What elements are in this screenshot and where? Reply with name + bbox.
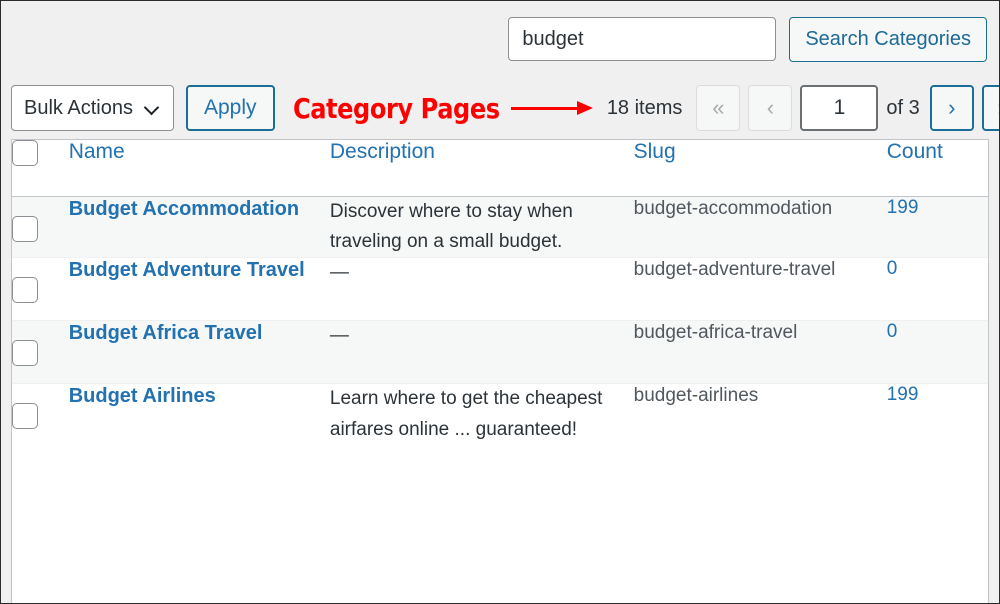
select-all-checkbox[interactable] [12, 140, 38, 166]
column-header-name: Name [68, 140, 330, 197]
column-header-description: Description [329, 140, 634, 197]
category-count-link[interactable]: 199 [887, 197, 919, 218]
row-slug-cell: budget-africa-travel [633, 320, 887, 384]
table-row: Budget Airlines Learn where to get the c… [12, 383, 988, 446]
apply-button[interactable]: Apply [186, 85, 275, 131]
row-select-cell [12, 196, 69, 258]
row-slug-cell: budget-adventure-travel [633, 257, 887, 321]
row-slug-cell: budget-airlines [633, 383, 887, 446]
category-name-link[interactable]: Budget Africa Travel [69, 322, 263, 344]
row-checkbox[interactable] [12, 340, 38, 367]
category-slug: budget-africa-travel [633, 322, 798, 344]
table-head: Name Description Slug Count [12, 140, 988, 197]
category-count-link[interactable]: 0 [887, 258, 898, 279]
row-description-cell: — [329, 257, 634, 321]
sort-slug-link[interactable]: Slug [634, 140, 676, 163]
table-toolbar: Bulk Actions Apply Category Pages 18 ite… [1, 77, 999, 139]
row-count-cell: 0 [886, 257, 988, 321]
chevron-down-icon [145, 101, 160, 116]
sort-count-link[interactable]: Count [887, 140, 943, 163]
row-description-cell: Learn where to get the cheapest airfares… [329, 383, 634, 446]
row-count-cell: 199 [886, 383, 988, 446]
row-description-cell: — [329, 320, 634, 384]
bulk-actions-select[interactable]: Bulk Actions [11, 85, 174, 131]
annotation-label: Category Pages [292, 91, 500, 125]
search-categories-button[interactable]: Search Categories [789, 16, 987, 62]
pagination-total-pages: of 3 [886, 96, 920, 119]
category-slug: budget-adventure-travel [633, 259, 836, 281]
category-slug: budget-accommodation [633, 197, 833, 219]
category-description: Learn where to get the cheapest airfares… [329, 388, 603, 440]
table-row: Budget Accommodation Discover where to s… [12, 196, 988, 258]
row-select-cell [12, 320, 69, 384]
pagination-prev-button[interactable]: ‹ [748, 85, 793, 131]
search-input[interactable] [508, 17, 777, 61]
arrow-right-icon [510, 101, 597, 115]
annotation-callout: Category Pages [293, 92, 597, 125]
category-name-link[interactable]: Budget Airlines [69, 385, 216, 407]
select-all-header [12, 140, 69, 197]
row-checkbox[interactable] [12, 277, 38, 304]
category-pages-screen: Search Categories Bulk Actions Apply Cat… [0, 0, 1000, 604]
column-header-slug: Slug [633, 140, 887, 197]
category-description: — [329, 262, 349, 284]
column-header-count: Count [886, 140, 988, 197]
table-header-row: Name Description Slug Count [12, 140, 988, 197]
row-name-cell: Budget Accommodation [69, 196, 330, 258]
row-select-cell [12, 383, 69, 446]
row-name-cell: Budget Africa Travel [68, 320, 330, 384]
category-description: Discover where to stay when traveling on… [329, 200, 573, 252]
table-row: Budget Africa Travel — budget-africa-tra… [12, 320, 988, 384]
category-count-link[interactable]: 199 [887, 384, 919, 405]
category-count-link[interactable]: 0 [887, 321, 898, 342]
table-row: Budget Adventure Travel — budget-adventu… [12, 257, 988, 321]
row-checkbox[interactable] [12, 215, 38, 242]
pagination-current-page-input[interactable] [800, 85, 879, 131]
row-checkbox[interactable] [12, 403, 38, 430]
row-select-cell [12, 257, 69, 321]
categories-table-wrapper: Name Description Slug Count Budget Accom… [11, 139, 989, 603]
categories-table: Name Description Slug Count Budget Accom… [12, 140, 988, 446]
table-body: Budget Accommodation Discover where to s… [12, 196, 988, 446]
search-row: Search Categories [1, 1, 999, 77]
bulk-actions-label: Bulk Actions [24, 96, 133, 119]
row-name-cell: Budget Adventure Travel [68, 257, 330, 321]
row-description-cell: Discover where to stay when traveling on… [330, 196, 634, 258]
pagination-first-button[interactable]: « [696, 85, 741, 131]
pagination: « ‹ of 3 › » [696, 85, 999, 131]
sort-name-link[interactable]: Name [69, 140, 125, 163]
sort-description-link[interactable]: Description [330, 140, 435, 163]
category-description: — [329, 325, 349, 347]
category-slug: budget-airlines [633, 385, 759, 407]
pagination-next-button[interactable]: › [929, 85, 974, 131]
items-count: 18 items [606, 96, 683, 119]
pagination-last-button[interactable]: » [981, 85, 999, 131]
row-count-cell: 199 [887, 196, 988, 258]
row-slug-cell: budget-accommodation [634, 196, 887, 258]
category-name-link[interactable]: Budget Accommodation [69, 198, 299, 220]
category-name-link[interactable]: Budget Adventure Travel [69, 259, 305, 281]
row-name-cell: Budget Airlines [68, 383, 330, 446]
row-count-cell: 0 [886, 320, 988, 384]
